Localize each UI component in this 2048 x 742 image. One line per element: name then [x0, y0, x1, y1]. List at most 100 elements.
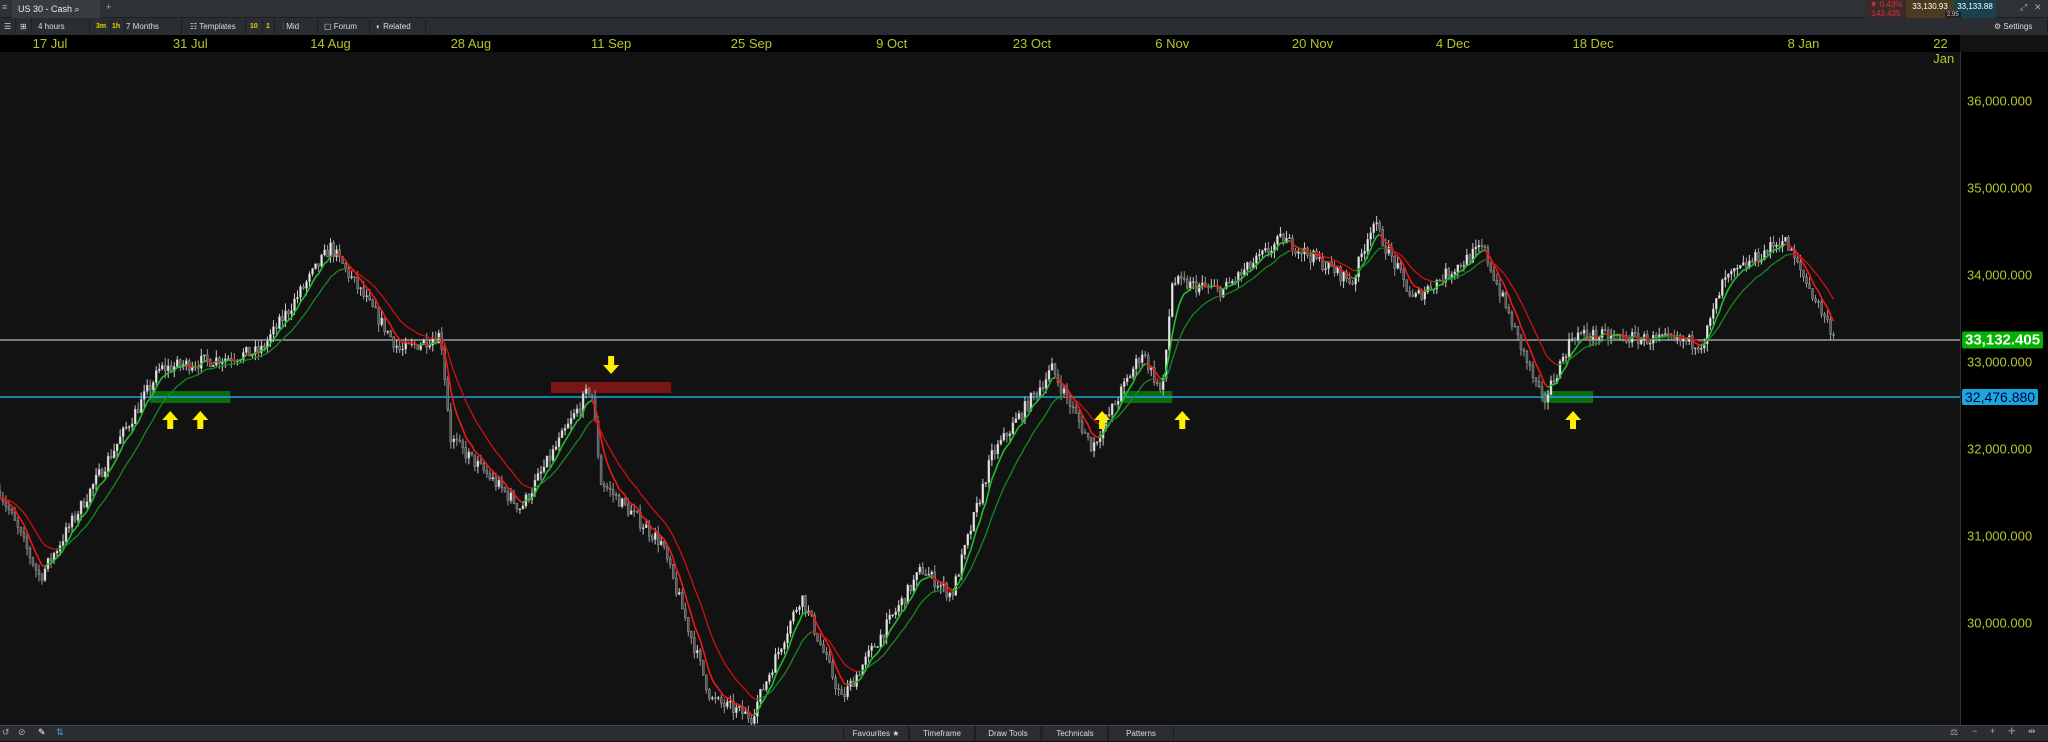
price-tick: 33,000.000 — [1967, 354, 2032, 369]
close-icon[interactable]: ✕ — [2034, 2, 2042, 13]
candle — [354, 277, 356, 278]
price-type-button[interactable]: ⫶ Mid — [278, 19, 318, 34]
timeframe-select[interactable]: 4 hours — [34, 19, 90, 34]
fast-ma-line — [1581, 338, 1584, 341]
count-1[interactable]: 1 — [262, 19, 275, 34]
fast-ma-line — [781, 657, 784, 663]
add-tab-icon[interactable]: + — [106, 2, 111, 12]
fit-icon[interactable]: ⇹ — [2028, 726, 2036, 737]
candle — [606, 487, 608, 488]
candle — [880, 635, 882, 647]
count-10[interactable]: 10 — [246, 19, 263, 34]
candle — [1045, 379, 1047, 388]
date-axis[interactable]: 17 Jul31 Jul14 Aug28 Aug11 Sep25 Sep9 Oc… — [0, 35, 1960, 52]
fast-ma-line — [138, 416, 141, 423]
candle — [1228, 282, 1230, 283]
candle — [1511, 313, 1513, 326]
magnet-icon[interactable]: ⇅ — [56, 727, 64, 738]
scale-icon[interactable]: ⚖ — [1950, 727, 1958, 738]
candle — [1775, 245, 1777, 247]
related-button[interactable]: ◐ Related — [372, 19, 426, 34]
hide-icon[interactable]: ⊘ — [18, 727, 26, 738]
templates-button[interactable]: ☷ Templates — [186, 19, 246, 34]
slow-ma-line — [1404, 258, 1407, 262]
slow-ma-line — [932, 592, 935, 593]
layout-icon[interactable]: ⊞ — [16, 19, 32, 34]
zoom-in-icon[interactable]: + — [1990, 726, 1995, 736]
undo-icon[interactable]: ↺ — [2, 727, 10, 738]
timeframe-button[interactable]: Timeframe — [909, 726, 975, 742]
fast-ma-line — [604, 453, 607, 463]
expand-icon[interactable]: ⤢ — [2020, 2, 2027, 13]
candle — [889, 615, 891, 620]
slow-ma-line — [1115, 416, 1118, 418]
candle — [1496, 280, 1498, 284]
candle — [994, 450, 996, 454]
candle — [1815, 299, 1817, 302]
slow-ma-line — [781, 674, 784, 678]
candle — [687, 618, 689, 632]
list-icon[interactable]: ☰ — [0, 19, 16, 34]
slow-ma-line — [15, 504, 18, 507]
candle — [483, 463, 485, 470]
slow-ma-line — [1271, 262, 1274, 264]
slow-ma-line — [1350, 268, 1353, 270]
favourites-button[interactable]: Favourites ★ — [843, 726, 909, 742]
fast-ma-line — [712, 679, 715, 684]
fast-ma-line — [1701, 345, 1704, 346]
technicals-button[interactable]: Technicals — [1042, 726, 1108, 742]
slow-ma-line — [730, 671, 733, 676]
menu-icon[interactable]: ≡ — [2, 2, 7, 12]
range-select[interactable]: 7 Months — [122, 19, 182, 34]
candle — [1147, 356, 1149, 370]
forum-button[interactable]: ▢ Forum — [320, 19, 370, 34]
slow-ma-line — [845, 664, 848, 667]
slow-ma-line — [703, 611, 706, 620]
slow-ma-line — [325, 282, 328, 285]
fast-ma-line — [926, 577, 929, 578]
candle — [1174, 283, 1176, 284]
candle — [1790, 249, 1792, 250]
slow-ma-line — [505, 463, 508, 467]
slow-ma-line — [1193, 312, 1196, 315]
candle — [561, 431, 563, 438]
fast-ma-line — [1530, 349, 1533, 357]
candle — [1529, 363, 1531, 366]
settings-button[interactable]: ⚙ Settings — [1990, 19, 2048, 34]
slow-ma-line — [1506, 276, 1509, 280]
search-icon[interactable]: ⌕ — [75, 4, 80, 14]
slow-ma-line — [547, 477, 550, 479]
fast-ma-line — [313, 277, 316, 282]
fast-ma-line — [556, 452, 559, 458]
candle — [300, 287, 302, 297]
candle — [1418, 290, 1420, 293]
slow-ma-line — [388, 303, 391, 307]
candle — [269, 334, 271, 341]
draw-tools-button[interactable]: Draw Tools — [975, 726, 1041, 742]
candle — [312, 269, 314, 274]
slow-ma-line — [523, 485, 526, 486]
slow-ma-line — [1121, 409, 1124, 413]
patterns-button[interactable]: Patterns — [1108, 726, 1174, 742]
candle — [612, 489, 614, 494]
slow-ma-line — [1647, 339, 1650, 340]
candle — [1586, 330, 1588, 336]
slow-ma-line — [307, 307, 310, 311]
slow-ma-line — [1527, 314, 1530, 320]
candle — [1742, 263, 1744, 266]
slow-ma-line — [980, 542, 983, 550]
tab-us30[interactable]: US 30 - Cash ⌕ — [12, 0, 100, 18]
price-chart[interactable] — [0, 52, 1960, 725]
fast-ma-line — [1265, 255, 1268, 256]
slow-ma-line — [682, 556, 685, 563]
fast-ma-line — [460, 422, 463, 429]
slow-ma-line — [538, 484, 541, 486]
zoom-out-icon[interactable]: − — [1972, 726, 1977, 736]
crosshair-icon[interactable]: ✛ — [2008, 726, 2016, 737]
slow-ma-line — [1761, 272, 1764, 275]
pencil-icon[interactable]: ✎ — [38, 727, 46, 738]
candle — [1370, 233, 1372, 240]
candle — [1757, 252, 1759, 262]
slow-ma-line — [676, 543, 679, 549]
candle — [1240, 272, 1242, 274]
